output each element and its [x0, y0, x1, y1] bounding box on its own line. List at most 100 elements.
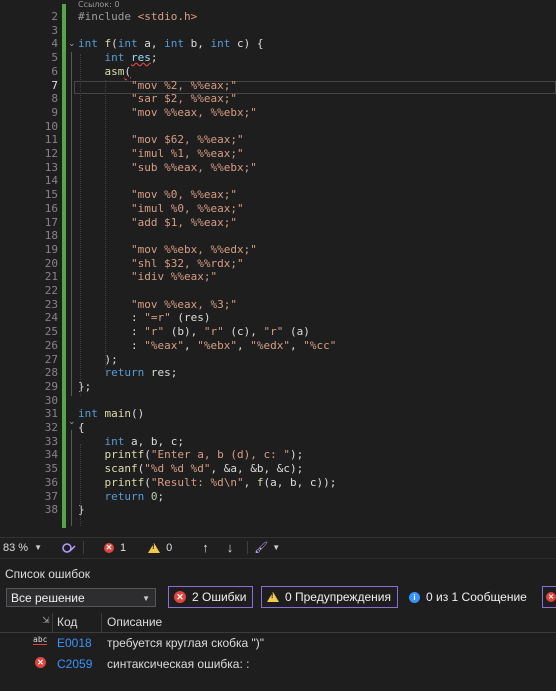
code-line[interactable]: "imul %0, %%eax;" [78, 202, 244, 216]
error-code[interactable]: E0018 [57, 636, 92, 650]
line-number: 34 [44, 448, 58, 462]
code-line[interactable]: : "%eax", "%ebx", "%edx", "%cc" [78, 339, 336, 353]
line-number: 6 [51, 64, 58, 78]
errors-filter-label: 2 Ошибки [192, 590, 247, 604]
code-editor[interactable]: Ссылок: 0 2 3 4 5 6 7 8 9 10 11 12 13 14 15 16 17 18 19 20… [0, 0, 556, 534]
line-number: 38 [44, 503, 58, 517]
info-icon: i [409, 591, 420, 603]
line-number: 10 [44, 119, 58, 133]
column-header-description[interactable]: Описание [107, 615, 162, 629]
fold-guide-f [71, 52, 72, 396]
line-number: 12 [44, 147, 58, 160]
code-line[interactable]: printf("Enter a, b (d), c: "); [78, 448, 304, 462]
code-line[interactable]: "idiv %%eax;" [78, 270, 217, 284]
change-tracking-bar [62, 4, 66, 528]
line-number: 11 [44, 133, 58, 147]
code-line[interactable]: "sar $2, %%eax;" [78, 92, 237, 106]
line-number: 8 [51, 92, 58, 106]
code-line[interactable]: : "r" (b), "r" (c), "r" (a) [78, 325, 310, 339]
line-number: 32 [44, 421, 58, 434]
line-number: 19 [44, 242, 58, 256]
line-number: 21 [44, 270, 58, 284]
line-number: 16 [44, 201, 58, 215]
line-number: 24 [44, 311, 58, 325]
error-description: синтаксическая ошибка: : [107, 657, 250, 671]
error-count-value: 1 [120, 541, 127, 554]
code-line[interactable]: int res; [78, 51, 158, 65]
error-code[interactable]: C2059 [57, 657, 92, 671]
code-line[interactable]: : "=r" (res) [78, 311, 211, 325]
next-issue-button[interactable]: ↓ [227, 538, 234, 557]
line-number: 7 [51, 78, 58, 92]
divider [247, 541, 249, 554]
error-row[interactable]: ✕ C2059 синтаксическая ошибка: : [0, 654, 556, 676]
line-number: 29 [44, 379, 58, 393]
health-indicator[interactable] [61, 538, 77, 557]
sort-icon[interactable]: ⇲ [42, 615, 50, 626]
error-icon: ✕ [35, 657, 46, 668]
previous-issue-button[interactable]: ↑ [202, 538, 209, 557]
code-health-icon [62, 542, 76, 553]
code-line[interactable]: return 0; [78, 490, 165, 504]
line-number: 17 [44, 215, 58, 229]
scope-value: Все решение [11, 591, 85, 605]
line-number: 28 [44, 366, 58, 380]
line-number: 14 [44, 174, 58, 188]
warning-count[interactable]: ! 0 [148, 538, 172, 557]
column-header-code[interactable]: Код [57, 615, 77, 629]
warnings-filter-button[interactable]: ! 0 Предупреждения [261, 586, 398, 608]
collapse-f-icon[interactable]: ⌄ [68, 38, 76, 49]
line-number: 13 [44, 160, 58, 174]
error-list-panel: Список ошибок Все решение ▼ ✕ 2 Ошибки !… [0, 558, 556, 691]
chevron-down-icon: ▼ [142, 594, 150, 603]
code-line[interactable]: "shl $32, %%rdx;" [78, 257, 244, 271]
zoom-dropdown[interactable]: 83 % ▼ [0, 538, 55, 557]
divider [52, 613, 53, 632]
indent-guide [80, 54, 81, 396]
code-line[interactable]: int main() [78, 407, 144, 421]
code-line[interactable]: { [78, 421, 85, 435]
error-list-toolbar: Все решение ▼ ✕ 2 Ошибки ! 0 Предупрежде… [0, 585, 556, 611]
code-line[interactable]: int a, b, c; [78, 435, 184, 449]
code-line[interactable]: return res; [78, 366, 178, 380]
code-line[interactable]: printf("Result: %d\n", f(a, b, c)); [78, 476, 337, 490]
divider [101, 613, 102, 632]
code-cleanup-button[interactable]: 🖌 ▼ [254, 538, 280, 557]
indent-guide [80, 444, 81, 526]
references-hint[interactable]: Ссылок: 0 [78, 0, 119, 9]
code-line[interactable]: "mov $62, %%eax;" [78, 133, 244, 147]
code-line[interactable]: ); [78, 353, 117, 367]
code-line[interactable]: "mov %%eax, %3;" [78, 298, 237, 312]
zoom-level: 83 % [3, 541, 29, 554]
code-line[interactable]: scanf("%d %d %d", &a, &b, &c); [78, 462, 304, 476]
scope-dropdown[interactable]: Все решение ▼ [6, 588, 156, 607]
build-intellisense-button[interactable]: ✕ [542, 586, 556, 608]
code-line[interactable]: #include <stdio.h> [78, 10, 197, 24]
error-icon: ✕ [104, 542, 114, 553]
line-number: 3 [51, 23, 58, 37]
code-line[interactable]: asm( [78, 65, 132, 79]
line-number: 27 [44, 352, 58, 366]
code-line[interactable]: "mov %2, %%eax;" [78, 79, 237, 93]
code-line[interactable]: int f(int a, int b, int c) { [78, 37, 264, 51]
arrow-down-icon: ↓ [226, 540, 234, 555]
line-number: 37 [44, 489, 58, 503]
error-row[interactable]: abc E0018 требуется круглая скобка ")" [0, 633, 556, 655]
error-count[interactable]: ✕ 1 [104, 538, 126, 557]
line-number-gutter: 2 3 4 5 6 7 8 9 10 11 12 13 14 15 16 17 18 19 20 21 22 23 24 25… [0, 0, 58, 534]
indent-guide [105, 80, 106, 370]
errors-filter-button[interactable]: ✕ 2 Ошибки [168, 586, 253, 608]
messages-filter-label: 0 из 1 Сообщение [426, 590, 527, 604]
line-number: 2 [51, 10, 58, 23]
warning-icon: ! [148, 542, 161, 553]
line-number: 20 [44, 256, 58, 270]
messages-filter-button[interactable]: i 0 из 1 Сообщение [403, 586, 533, 608]
warnings-filter-label: 0 Предупреждения [285, 590, 391, 604]
collapse-main-icon[interactable]: ⌄ [68, 416, 76, 427]
code-line[interactable]: "mov %0, %%eax;" [78, 188, 237, 202]
code-line[interactable]: "imul %1, %%eax;" [78, 147, 244, 161]
fold-guide-main [71, 430, 72, 526]
code-line[interactable]: "add $1, %%eax;" [78, 216, 237, 230]
code-line[interactable]: } [78, 503, 85, 517]
line-number: 22 [44, 284, 58, 297]
